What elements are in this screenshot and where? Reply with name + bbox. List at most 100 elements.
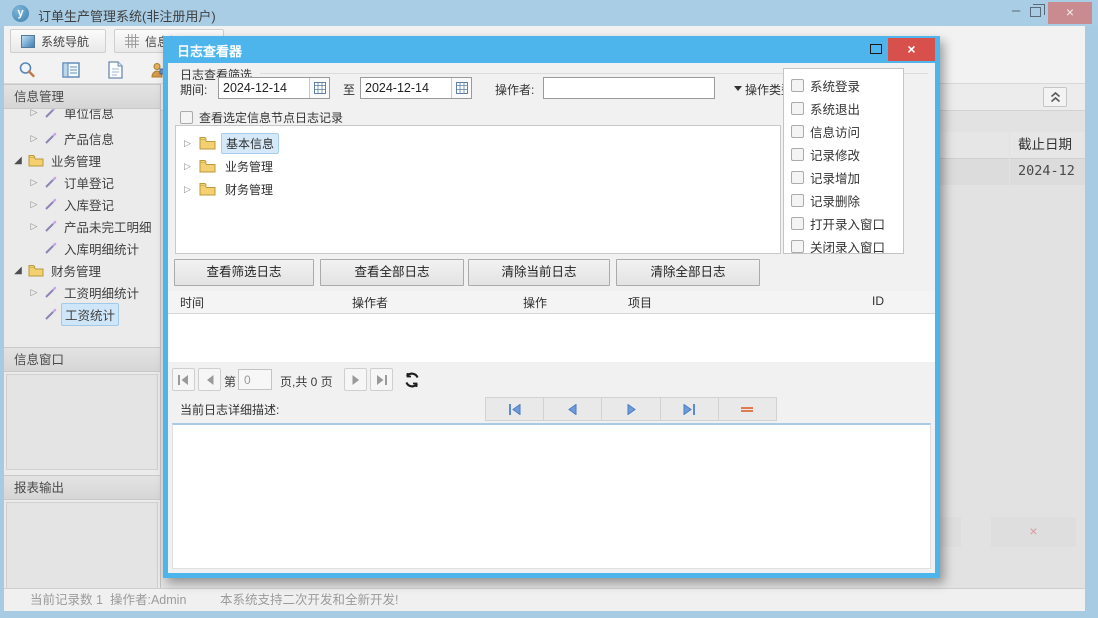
dialog-maximize-button[interactable] xyxy=(870,44,882,54)
record-navigator xyxy=(485,397,778,421)
wand-icon xyxy=(44,286,57,299)
next-page-button[interactable] xyxy=(344,368,367,391)
sidebar-item-order-entry[interactable]: ▷ 订单登记 xyxy=(4,172,160,193)
sidebar-item-label: 业务管理 xyxy=(51,155,102,169)
calendar-picker-button[interactable] xyxy=(451,78,471,98)
date-to-field[interactable] xyxy=(360,77,472,99)
restore-button[interactable] xyxy=(1030,4,1045,17)
checkbox-icon[interactable] xyxy=(791,148,804,161)
wand-icon xyxy=(44,198,57,211)
sidebar-item-salary-detail[interactable]: ▷ 工资明细统计 xyxy=(4,282,160,303)
checkbox-icon[interactable] xyxy=(791,125,804,138)
checkbox-icon[interactable] xyxy=(180,111,193,124)
sidebar-item-salary-stats[interactable]: 工资统计 xyxy=(4,303,160,326)
app-logo-icon: y xyxy=(12,5,29,22)
checkbox-icon[interactable] xyxy=(791,171,804,184)
dialog-tree-label: 财务管理 xyxy=(225,182,274,197)
page-number-input[interactable] xyxy=(238,369,272,390)
dialog-tree-item-business-mgmt[interactable]: ▷ 业务管理 xyxy=(184,155,277,177)
view-all-logs-button[interactable]: 查看全部日志 xyxy=(320,259,464,286)
dialog-tree-item-basic-info[interactable]: ▷ 基本信息 xyxy=(184,132,280,154)
close-button[interactable]: × xyxy=(1048,2,1092,24)
log-column-operator[interactable]: 操作者 xyxy=(352,294,388,311)
dialog-tree-item-finance-mgmt[interactable]: ▷ 财务管理 xyxy=(184,178,277,200)
minimize-button[interactable]: – xyxy=(1003,3,1029,23)
first-page-icon xyxy=(178,374,189,385)
log-column-time[interactable]: 时间 xyxy=(180,294,204,311)
optype-checkbox-row[interactable]: 系统登录 xyxy=(791,74,903,97)
first-page-button[interactable] xyxy=(172,368,195,391)
sidebar-item-label: 工资明细统计 xyxy=(64,287,140,301)
folder-icon xyxy=(199,159,216,173)
chevron-right-icon: ▷ xyxy=(184,160,191,171)
optype-checkbox-row[interactable]: 关闭录入窗口 xyxy=(791,235,903,253)
sidebar-item-label: 产品信息 xyxy=(64,133,115,147)
sidebar-item-inbound-entry[interactable]: ▷ 入库登记 xyxy=(4,194,160,215)
date-from-input[interactable] xyxy=(219,78,309,98)
optype-checkbox-row[interactable]: 记录修改 xyxy=(791,143,903,166)
checkbox-icon[interactable] xyxy=(791,194,804,207)
chevron-right-icon: ▷ xyxy=(184,183,191,194)
sidebar-header-info-mgmt[interactable]: 信息管理 xyxy=(4,84,160,109)
document-tool-button[interactable] xyxy=(100,57,130,83)
view-filtered-logs-button[interactable]: 查看筛选日志 xyxy=(174,259,314,286)
log-column-id[interactable]: ID xyxy=(872,294,884,308)
checkbox-icon[interactable] xyxy=(791,102,804,115)
checkbox-icon[interactable] xyxy=(791,240,804,253)
date-from-field[interactable] xyxy=(218,77,330,99)
clear-current-log-button[interactable]: 清除当前日志 xyxy=(468,259,610,286)
log-column-operation[interactable]: 操作 xyxy=(523,294,547,311)
optype-checkbox-row[interactable]: 信息访问 xyxy=(791,120,903,143)
minus-icon xyxy=(741,406,754,409)
detail-description-textarea[interactable] xyxy=(172,423,931,569)
search-tool-button[interactable] xyxy=(12,57,42,83)
log-viewer-dialog: 日志查看器 × 日志查看筛选 期间: 至 操作者: xyxy=(163,36,940,578)
log-table-body[interactable] xyxy=(168,314,935,362)
optype-checkbox-row[interactable]: 记录增加 xyxy=(791,166,903,189)
sidebar: 信息管理 ▷ 单位信息 ▷ 产品信息 ◢ 业务管理 ▷ 订单登记 ▷ 入库登记 … xyxy=(4,84,161,588)
wand-icon xyxy=(44,132,57,145)
optype-label-text: 系统退出 xyxy=(810,103,861,117)
optype-label-text: 记录删除 xyxy=(810,195,861,209)
sidebar-item-unfinished-detail[interactable]: ▷ 产品未完工明细 xyxy=(4,216,160,237)
tab-system-nav[interactable]: 系统导航 xyxy=(10,29,106,53)
refresh-button[interactable] xyxy=(400,368,423,391)
record-delete-button[interactable] xyxy=(718,397,778,421)
prev-page-button[interactable] xyxy=(198,368,221,391)
sidebar-header-report-output[interactable]: 报表输出 xyxy=(4,475,160,500)
sidebar-item-product-info[interactable]: ▷ 产品信息 xyxy=(4,128,160,149)
last-page-button[interactable] xyxy=(370,368,393,391)
sidebar-item-business-mgmt[interactable]: ◢ 业务管理 xyxy=(4,150,160,171)
optype-checkbox-row[interactable]: 打开录入窗口 xyxy=(791,212,903,235)
operator-input[interactable] xyxy=(544,78,729,98)
operator-combobox[interactable] xyxy=(543,77,742,99)
collapse-panel-button[interactable] xyxy=(1043,87,1067,107)
list-tool-button[interactable] xyxy=(56,57,86,83)
sidebar-item-label: 财务管理 xyxy=(51,265,102,279)
dialog-tree-label: 业务管理 xyxy=(225,159,274,174)
optype-checkbox-row[interactable]: 系统退出 xyxy=(791,97,903,120)
optype-label-text: 信息访问 xyxy=(810,126,861,140)
sidebar-panel-info-window xyxy=(6,374,158,470)
log-column-item[interactable]: 项目 xyxy=(628,294,652,311)
column-header-end-date[interactable]: 截止日期 xyxy=(1010,132,1085,159)
cell-end-date[interactable]: 2024-12 xyxy=(1010,159,1085,185)
date-to-input[interactable] xyxy=(361,78,451,98)
node-filter-checkbox-row[interactable]: 查看选定信息节点日志记录 xyxy=(180,109,343,126)
record-first-button[interactable] xyxy=(485,397,545,421)
record-prev-button[interactable] xyxy=(544,397,603,421)
cancel-button[interactable]: × xyxy=(991,517,1076,547)
dialog-close-button[interactable]: × xyxy=(888,38,935,61)
sidebar-header-info-window[interactable]: 信息窗口 xyxy=(4,347,160,372)
next-page-icon xyxy=(352,374,360,385)
checkbox-icon[interactable] xyxy=(791,217,804,230)
operation-type-list: 系统登录 系统退出 信息访问 记录修改 记录增加 记录删除 打开录入窗口 关闭录… xyxy=(783,68,904,254)
calendar-picker-button[interactable] xyxy=(309,78,329,98)
clear-all-logs-button[interactable]: 清除全部日志 xyxy=(616,259,760,286)
checkbox-icon[interactable] xyxy=(791,79,804,92)
record-next-button[interactable] xyxy=(602,397,661,421)
sidebar-item-inbound-stats[interactable]: 入库明细统计 xyxy=(4,238,160,259)
sidebar-item-finance-mgmt[interactable]: ◢ 财务管理 xyxy=(4,260,160,281)
record-last-button[interactable] xyxy=(660,397,719,421)
optype-checkbox-row[interactable]: 记录删除 xyxy=(791,189,903,212)
